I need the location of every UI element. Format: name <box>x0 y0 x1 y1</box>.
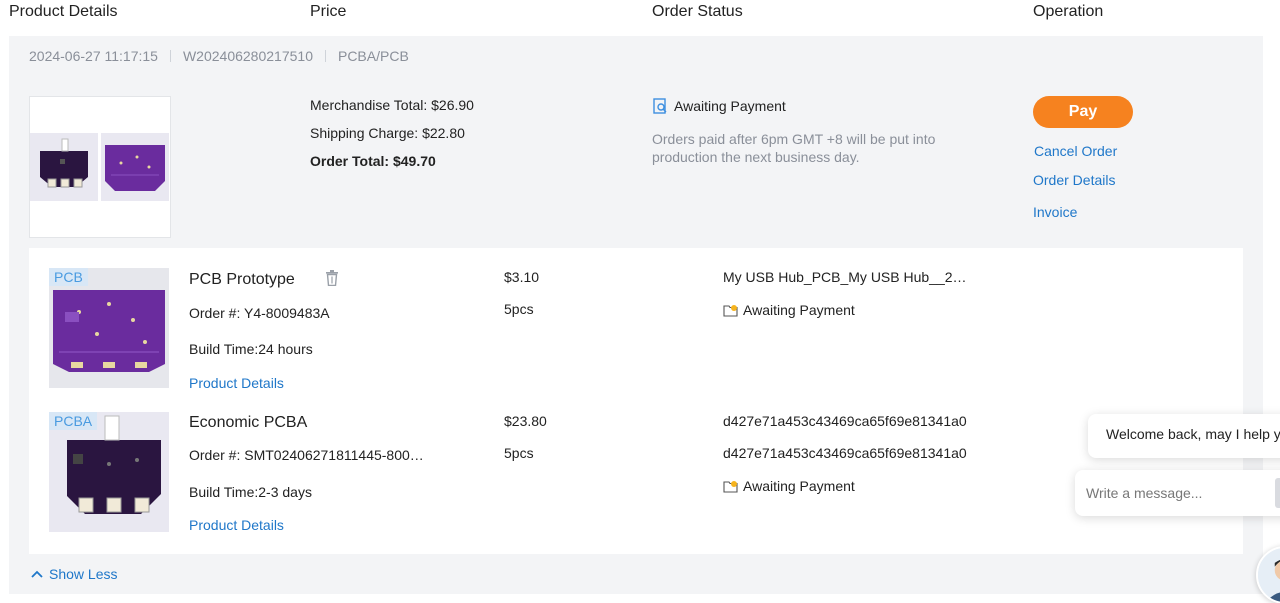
item-order-number: Order #: Y4-8009483A <box>189 305 330 321</box>
pcba-product-image[interactable]: PCBA <box>49 412 169 532</box>
show-less-label: Show Less <box>49 566 118 582</box>
order-date: 2024-06-27 11:17:15 <box>29 48 158 64</box>
item-title: Economic PCBA <box>189 414 308 431</box>
pcb-product-image[interactable]: PCB <box>49 268 169 388</box>
order-status-text: Awaiting Payment <box>674 98 786 114</box>
item-status: Awaiting Payment <box>723 302 855 318</box>
item-order-number: Order #: SMT02406271811445-8009483A <box>189 447 425 463</box>
order-thumbnails <box>29 96 171 238</box>
item-file-name: d427e71a453c43469ca65f69e81341a0 <box>723 413 967 429</box>
column-header-status: Order Status <box>652 3 743 20</box>
pcba-thumbnail <box>30 133 98 201</box>
folder-pending-icon <box>723 304 738 317</box>
product-type-tag: PCB <box>49 268 88 286</box>
order-details-link[interactable]: Order Details <box>1033 172 1115 188</box>
item-build-time: Build Time:24 hours <box>189 341 313 357</box>
invoice-link[interactable]: Invoice <box>1033 204 1077 220</box>
item-file-name: d427e71a453c43469ca65f69e81341a0 <box>723 445 967 461</box>
hourglass-document-icon <box>653 98 667 114</box>
order-status: Awaiting Payment <box>652 98 786 114</box>
order-type: PCBA/PCB <box>337 48 409 64</box>
chat-message-input[interactable] <box>1075 470 1280 516</box>
divider <box>324 50 326 62</box>
production-note: Orders paid after 6pm GMT +8 will be put… <box>652 131 936 165</box>
product-type-tag: PCBA <box>49 412 98 430</box>
column-header-price: Price <box>310 3 347 20</box>
item-price: $3.10 <box>504 269 540 285</box>
column-header-product: Product Details <box>9 3 118 20</box>
order-total: Order Total: $49.70 <box>310 153 436 169</box>
chat-send-button[interactable] <box>1275 478 1280 508</box>
item-title: PCB Prototype <box>189 271 295 288</box>
trash-icon[interactable] <box>325 270 339 286</box>
item-price: $23.80 <box>504 413 547 429</box>
show-less-toggle[interactable]: Show Less <box>31 566 117 582</box>
cancel-order-link[interactable]: Cancel Order <box>1034 143 1117 159</box>
chevron-up-icon <box>31 570 43 578</box>
item-status-text: Awaiting Payment <box>743 302 855 318</box>
item-file-name: My USB Hub_PCB_My USB Hub__2024-06-27 <box>723 269 973 285</box>
pcb-thumbnail <box>101 133 169 201</box>
order-number: W202406280217510 <box>182 48 313 64</box>
item-quantity: 5pcs <box>504 301 534 317</box>
order-meta: 2024-06-27 11:17:15 W202406280217510 PCB… <box>29 48 409 64</box>
pay-button[interactable]: Pay <box>1033 96 1133 128</box>
item-build-time: Build Time:2-3 days <box>189 484 312 500</box>
item-status: Awaiting Payment <box>723 478 855 494</box>
product-details-link[interactable]: Product Details <box>189 375 284 391</box>
product-details-link[interactable]: Product Details <box>189 517 284 533</box>
item-status-text: Awaiting Payment <box>743 478 855 494</box>
divider <box>169 50 171 62</box>
merchandise-total: Merchandise Total: $26.90 <box>310 97 474 113</box>
order-items: PCB PCB Prototype Order #: Y4-8009483A B… <box>29 248 1243 554</box>
item-quantity: 5pcs <box>504 445 534 461</box>
column-header-operation: Operation <box>1033 3 1104 20</box>
chat-greeting: Welcome back, may I help you? <box>1088 414 1280 458</box>
shipping-charge: Shipping Charge: $22.80 <box>310 125 465 141</box>
folder-pending-icon <box>723 480 738 493</box>
